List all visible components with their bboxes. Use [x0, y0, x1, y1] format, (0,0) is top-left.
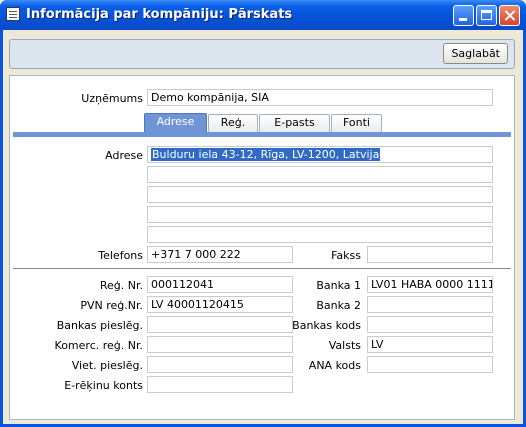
address-line-3[interactable] [147, 186, 493, 203]
window-title: Informācija par kompāniju: Pārskats [26, 7, 293, 22]
e-invoice-account-field[interactable] [147, 376, 293, 393]
bank-1-label: Banka 1 [316, 279, 361, 292]
tab-adrese[interactable]: Adrese [144, 113, 207, 132]
company-label: Uzņēmums [81, 92, 143, 105]
minimize-button[interactable] [453, 5, 474, 26]
country-field[interactable]: LV [367, 336, 493, 353]
vat-reg-nr-field[interactable]: LV 40001120415 [147, 296, 293, 313]
tab-e-pasts[interactable]: E-pasts [259, 114, 330, 132]
toolbar: Saglabāt [9, 39, 515, 69]
bank-connection-field[interactable] [147, 316, 293, 333]
address-line-1-text: Bulduru iela 43-12, Rīga, LV-1200, Latvi… [151, 148, 381, 161]
tab-underline [13, 132, 511, 137]
phone-field[interactable]: +371 7 000 222 [147, 246, 293, 263]
phone-label: Telefons [98, 249, 143, 262]
title-bar[interactable]: Informācija par kompāniju: Pārskats [0, 0, 526, 30]
local-connection-field[interactable] [147, 356, 293, 373]
reg-nr-field[interactable]: 000112041 [147, 276, 293, 293]
bank-code-label: Bankas kods [292, 319, 361, 332]
window-client: Saglabāt Uzņēmums Demo kompānija, SIA Ad… [3, 30, 523, 424]
maximize-button[interactable] [476, 5, 497, 26]
fax-label: Fakss [331, 249, 361, 262]
bank-1-field[interactable]: LV01 HABA 0000 1111 3 [367, 276, 493, 293]
local-connection-label: Viet. pieslēg. [71, 359, 143, 372]
address-line-2[interactable] [147, 166, 493, 183]
address-line-5[interactable] [147, 226, 493, 243]
ana-code-field[interactable] [367, 356, 493, 373]
e-invoice-account-label: E-rēķinu konts [64, 379, 143, 392]
section-divider [13, 268, 511, 269]
close-button[interactable] [499, 5, 520, 26]
commercial-reg-nr-label: Komerc. reģ. Nr. [54, 339, 143, 352]
app-icon [6, 7, 20, 21]
bank-connection-label: Bankas pieslēg. [56, 319, 143, 332]
save-button[interactable]: Saglabāt [443, 43, 508, 64]
bank-2-field[interactable] [367, 296, 493, 313]
fax-field[interactable] [367, 246, 493, 263]
window: Informācija par kompāniju: Pārskats Sagl… [0, 0, 526, 427]
vat-reg-nr-label: PVN reģ.Nr. [80, 299, 143, 312]
tab-reg[interactable]: Reģ. [208, 114, 258, 132]
reg-nr-label: Reģ. Nr. [99, 279, 143, 292]
address-line-1[interactable]: Bulduru iela 43-12, Rīga, LV-1200, Latvi… [147, 146, 493, 163]
ana-code-label: ANA kods [308, 359, 361, 372]
country-label: Valsts [328, 339, 361, 352]
company-field[interactable]: Demo kompānija, SIA [147, 89, 493, 106]
bank-code-field[interactable] [367, 316, 493, 333]
bank-2-label: Banka 2 [316, 299, 361, 312]
commercial-reg-nr-field[interactable] [147, 336, 293, 353]
tab-fonti[interactable]: Fonti [331, 114, 382, 132]
address-line-4[interactable] [147, 206, 493, 223]
form-panel: Uzņēmums Demo kompānija, SIA Adrese Reģ.… [9, 75, 515, 420]
address-label: Adrese [105, 149, 143, 162]
